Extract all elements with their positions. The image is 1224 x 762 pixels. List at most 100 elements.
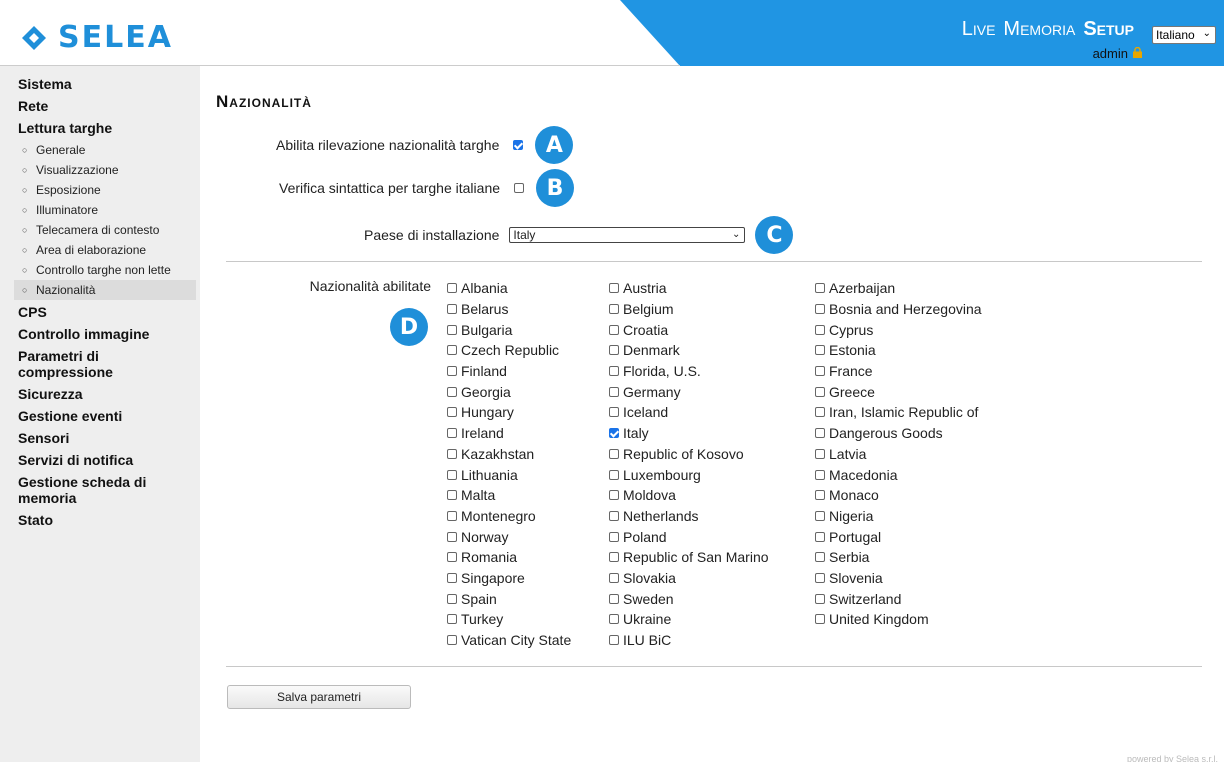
sidebar-item-sicurezza[interactable]: Sicurezza [18,386,200,402]
nationality-checkbox[interactable] [815,614,825,625]
nationality-item[interactable]: Ireland [447,423,571,444]
nav-memoria[interactable]: Memoria [1003,18,1075,41]
nationality-item[interactable]: Latvia [815,444,982,465]
nationality-checkbox[interactable] [447,469,457,480]
nationality-item[interactable]: Norway [447,526,571,547]
nationality-item[interactable]: Austria [609,278,769,299]
nationality-checkbox[interactable] [815,448,825,459]
sidebar-item-parametri[interactable]: Parametri di compressione [18,348,148,380]
nationality-checkbox[interactable] [609,324,619,335]
sidebar-item-servizi[interactable]: Servizi di notifica [18,452,200,468]
nationality-checkbox[interactable] [447,407,457,418]
sidebar-item-stato[interactable]: Stato [18,512,200,528]
nationality-checkbox[interactable] [609,490,619,501]
sidebar-item-lettura-targhe[interactable]: Lettura targhe [18,120,200,136]
nationality-checkbox[interactable] [609,283,619,294]
nationality-checkbox[interactable] [609,572,619,583]
nationality-item[interactable]: Romania [447,547,571,568]
sidebar-subitem-telecamera[interactable]: Telecamera di contesto [14,220,196,240]
nationality-checkbox[interactable] [609,510,619,521]
nationality-item[interactable]: Florida, U.S. [609,361,769,382]
nationality-checkbox[interactable] [815,552,825,563]
nationality-item[interactable]: Georgia [447,381,571,402]
nationality-checkbox[interactable] [609,428,619,439]
nationality-checkbox[interactable] [609,531,619,542]
nationality-item[interactable]: Singapore [447,568,571,589]
verify-checkbox[interactable] [514,183,525,193]
nationality-checkbox[interactable] [815,386,825,397]
nationality-item[interactable]: Nigeria [815,506,982,527]
nationality-checkbox[interactable] [447,448,457,459]
nationality-item[interactable]: Denmark [609,340,769,361]
country-select[interactable]: Italy ⌄ [509,227,746,243]
sidebar-subitem-visualizzazione[interactable]: Visualizzazione [14,160,196,180]
nationality-checkbox[interactable] [447,490,457,501]
sidebar-subitem-area[interactable]: Area di elaborazione [14,240,196,260]
nationality-item[interactable]: Hungary [447,402,571,423]
nationality-item[interactable]: Bulgaria [447,319,571,340]
nationality-checkbox[interactable] [815,428,825,439]
nationality-checkbox[interactable] [609,304,619,315]
nationality-checkbox[interactable] [447,324,457,335]
nationality-checkbox[interactable] [447,283,457,294]
nationality-checkbox[interactable] [447,572,457,583]
sidebar-item-sensori[interactable]: Sensori [18,430,200,446]
nationality-item[interactable]: United Kingdom [815,609,982,630]
nationality-item[interactable]: Italy [609,423,769,444]
sidebar-item-sistema[interactable]: Sistema [18,76,200,92]
nationality-item[interactable]: Montenegro [447,506,571,527]
sidebar-item-gestione-eventi[interactable]: Gestione eventi [18,408,200,424]
nationality-checkbox[interactable] [815,469,825,480]
nationality-item[interactable]: Switzerland [815,588,982,609]
nationality-item[interactable]: Ukraine [609,609,769,630]
nationality-item[interactable]: Slovenia [815,568,982,589]
nationality-item[interactable]: Lithuania [447,464,571,485]
nationality-item[interactable]: Belgium [609,299,769,320]
sidebar-item-controllo-immagine[interactable]: Controllo immagine [18,326,200,342]
nationality-item[interactable]: Slovakia [609,568,769,589]
sidebar-item-rete[interactable]: Rete [18,98,200,114]
nationality-checkbox[interactable] [815,407,825,418]
sidebar-subitem-nazionalita[interactable]: Nazionalità [14,280,196,300]
sidebar-subitem-esposizione[interactable]: Esposizione [14,180,196,200]
nationality-item[interactable]: Spain [447,588,571,609]
nationality-checkbox[interactable] [609,345,619,356]
nationality-checkbox[interactable] [609,593,619,604]
nationality-item[interactable]: ILU BiC [609,630,769,651]
nationality-checkbox[interactable] [815,324,825,335]
nationality-checkbox[interactable] [815,345,825,356]
nationality-item[interactable]: Turkey [447,609,571,630]
nationality-item[interactable]: Albania [447,278,571,299]
nationality-item[interactable]: Republic of Kosovo [609,444,769,465]
enable-checkbox[interactable] [513,140,524,150]
nationality-item[interactable]: Netherlands [609,506,769,527]
nationality-checkbox[interactable] [447,366,457,377]
nationality-item[interactable]: Serbia [815,547,982,568]
nationality-checkbox[interactable] [447,345,457,356]
nationality-item[interactable]: Croatia [609,319,769,340]
nationality-checkbox[interactable] [609,407,619,418]
nationality-checkbox[interactable] [447,386,457,397]
language-select[interactable]: Italiano ⌄ [1152,26,1216,44]
nationality-item[interactable]: Finland [447,361,571,382]
nationality-item[interactable]: Monaco [815,485,982,506]
save-button[interactable]: Salva parametri [227,685,411,709]
nationality-item[interactable]: Belarus [447,299,571,320]
nationality-checkbox[interactable] [609,614,619,625]
nationality-checkbox[interactable] [815,304,825,315]
nationality-item[interactable]: Portugal [815,526,982,547]
nationality-checkbox[interactable] [447,635,457,646]
nationality-checkbox[interactable] [609,469,619,480]
nationality-checkbox[interactable] [447,428,457,439]
nationality-checkbox[interactable] [815,593,825,604]
nav-live[interactable]: Live [962,18,996,41]
nav-setup[interactable]: Setup [1083,18,1134,41]
nationality-item[interactable]: Macedonia [815,464,982,485]
nationality-checkbox[interactable] [815,490,825,501]
nationality-item[interactable]: Poland [609,526,769,547]
nationality-checkbox[interactable] [609,386,619,397]
sidebar-subitem-illuminatore[interactable]: Illuminatore [14,200,196,220]
nationality-item[interactable]: Czech Republic [447,340,571,361]
nationality-checkbox[interactable] [609,366,619,377]
nationality-checkbox[interactable] [447,304,457,315]
